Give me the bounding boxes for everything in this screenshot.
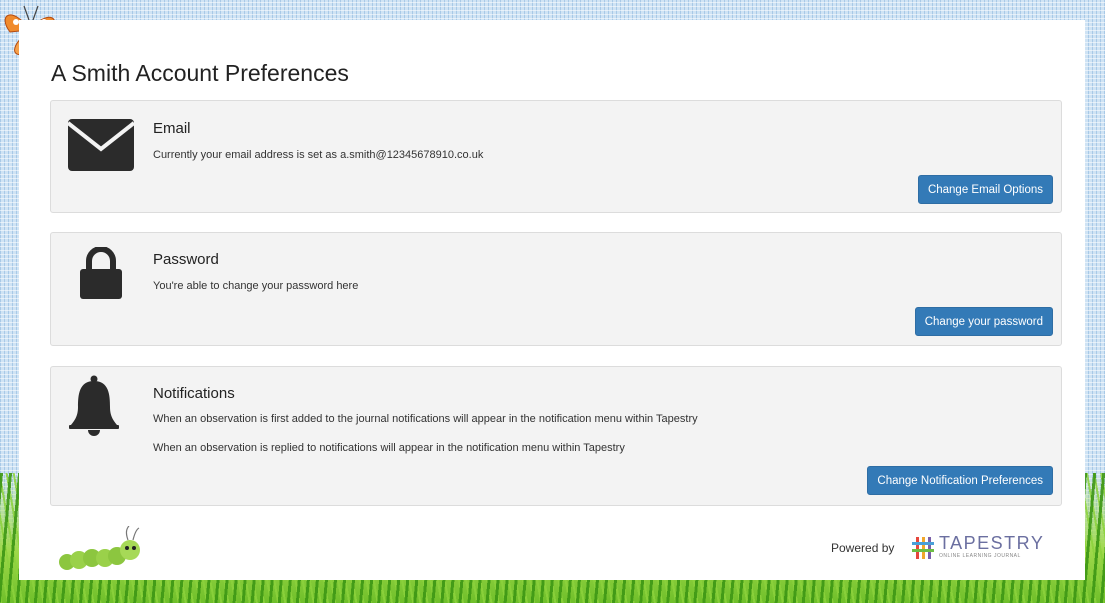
- bell-icon: [69, 375, 119, 436]
- password-description: You're able to change your password here: [153, 280, 359, 292]
- preferences-card: A Smith Account Preferences Email Curren…: [19, 20, 1085, 580]
- email-title: Email: [153, 120, 191, 137]
- tapestry-tagline: ONLINE LEARNING JOURNAL: [939, 553, 1021, 559]
- change-email-options-button[interactable]: Change Email Options: [917, 175, 1053, 204]
- tapestry-logo-icon: [912, 537, 934, 559]
- notifications-description-first: When an observation is first added to th…: [153, 413, 698, 425]
- email-panel: Email Currently your email address is se…: [50, 100, 1062, 213]
- email-description: Currently your email address is set as a…: [153, 149, 484, 161]
- page-title: A Smith Account Preferences: [51, 60, 349, 86]
- change-password-button[interactable]: Change your password: [914, 307, 1053, 336]
- envelope-icon: [68, 119, 134, 171]
- notifications-description-reply: When an observation is replied to notifi…: [153, 442, 625, 454]
- notifications-panel: Notifications When an observation is fir…: [50, 366, 1062, 506]
- notifications-title: Notifications: [153, 385, 235, 402]
- powered-by-label: Powered by: [831, 541, 895, 555]
- password-panel: Password You're able to change your pass…: [50, 232, 1062, 346]
- tapestry-brand: TAPESTRY: [939, 533, 1045, 553]
- lock-icon: [80, 247, 122, 299]
- caterpillar-icon: [59, 526, 140, 570]
- password-title: Password: [153, 251, 219, 268]
- change-notification-preferences-button[interactable]: Change Notification Preferences: [867, 466, 1053, 495]
